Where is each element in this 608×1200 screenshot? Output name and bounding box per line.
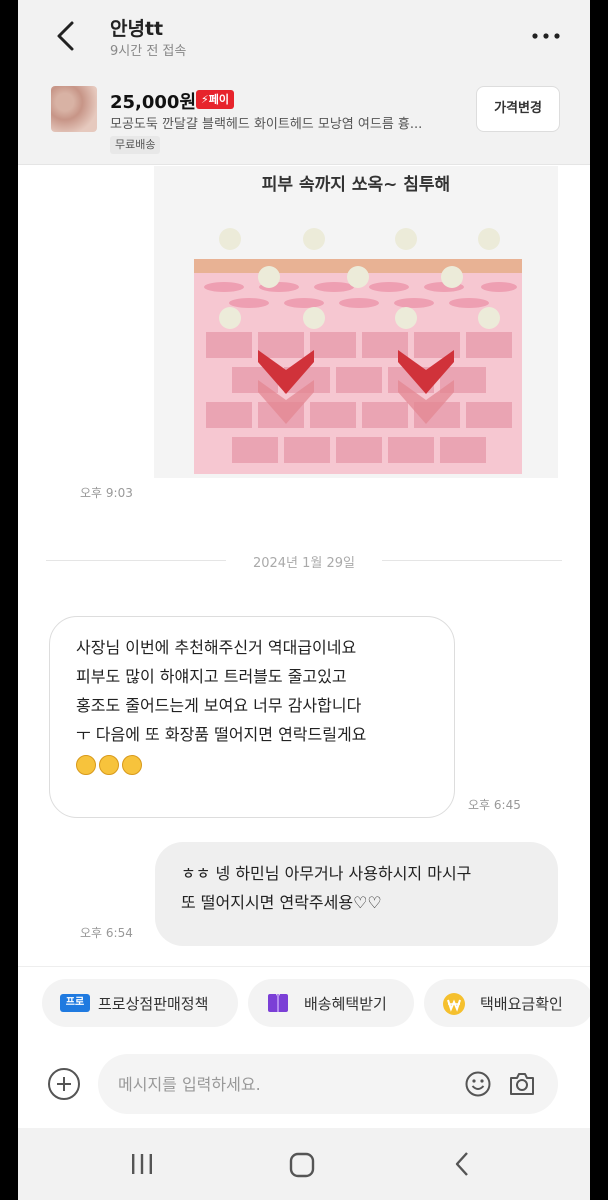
message-emoji-line xyxy=(76,749,428,778)
skin-layer-illustration xyxy=(194,228,522,474)
product-price: 25,000원 xyxy=(110,92,197,113)
message-time: 오후 6:45 xyxy=(468,798,521,812)
image-message[interactable]: 피부 속까지 쏘옥~ 침투해 xyxy=(154,166,558,478)
chip-pro-store-policy[interactable]: 프로 프로상점판매정책 xyxy=(42,979,238,1027)
pro-badge-icon: 프로 xyxy=(60,994,90,1012)
won-coin-icon xyxy=(443,993,465,1015)
chip-shipping-fee-check[interactable]: 택배요금확인 xyxy=(424,979,590,1027)
quick-action-bar: 프로 프로상점판매정책 배송혜택받기 택배요금확인 xyxy=(18,966,590,1042)
home-icon xyxy=(289,1152,315,1178)
smiling-face-icon xyxy=(122,754,142,775)
chat-partner-name[interactable]: 안녕tt xyxy=(110,14,163,41)
back-chevron-icon xyxy=(455,1152,468,1176)
more-dots-icon xyxy=(532,33,560,39)
delivery-box-icon xyxy=(268,994,288,1012)
home-button[interactable] xyxy=(289,1152,315,1178)
recents-icon xyxy=(132,1154,152,1174)
product-thumbnail[interactable] xyxy=(51,86,97,132)
system-back-button[interactable] xyxy=(452,1150,472,1178)
chip-label: 택배요금확인 xyxy=(480,995,563,1013)
last-seen-status: 9시간 전 접속 xyxy=(110,44,187,59)
chip-delivery-benefit[interactable]: 배송혜택받기 xyxy=(248,979,414,1027)
message-time: 오후 9:03 xyxy=(80,486,133,500)
system-navigation-bar xyxy=(18,1128,590,1200)
pay-badge: ⚡페이 xyxy=(196,90,234,109)
message-list: 피부 속까지 쏘옥~ 침투해 오후 9:03 2024년 1월 29일 사장님 … xyxy=(18,166,590,966)
chat-header: 안녕tt 9시간 전 접속 25,000원 ⚡페이 모공도둑 깐달걀 블랙헤드 … xyxy=(18,0,590,165)
more-options-button[interactable] xyxy=(528,24,564,48)
chip-label: 프로상점판매정책 xyxy=(98,995,209,1013)
message-line: 또 떨어지시면 연락주세용♡♡ xyxy=(181,893,382,912)
date-separator-label: 2024년 1월 29일 xyxy=(252,556,356,571)
camera-icon xyxy=(510,1073,534,1095)
incoming-message-bubble[interactable]: 사장님 이번에 추천해주신거 역대급이네요 피부도 많이 하얘지고 트러블도 줄… xyxy=(49,616,455,818)
message-line: ㅜ 다음에 또 화장품 떨어지면 연락드릴게요 xyxy=(76,725,367,744)
outgoing-message-bubble[interactable]: ㅎㅎ 넹 하민님 아무거나 사용하시지 마시구 또 떨어지시면 연락주세용♡♡ xyxy=(155,842,558,946)
divider xyxy=(382,560,562,561)
chip-label: 배송혜택받기 xyxy=(304,995,387,1013)
message-composer xyxy=(18,1042,590,1128)
add-attachment-button[interactable] xyxy=(48,1068,80,1100)
emoji-button[interactable] xyxy=(464,1070,492,1098)
price-change-button[interactable]: 가격변경 xyxy=(476,86,560,132)
camera-button[interactable] xyxy=(508,1070,536,1098)
message-line: ㅎㅎ 넹 하민님 아무거나 사용하시지 마시구 xyxy=(181,864,472,883)
free-shipping-tag: 무료배송 xyxy=(110,136,161,154)
date-separator: 2024년 1월 29일 xyxy=(46,550,562,571)
chevron-left-icon xyxy=(57,21,74,51)
product-title[interactable]: 모공도둑 깐달걀 블랙헤드 화이트헤드 모낭염 여드름 흉... xyxy=(110,113,470,132)
recent-apps-button[interactable] xyxy=(130,1152,154,1176)
smiley-icon xyxy=(465,1071,491,1097)
message-time: 오후 6:54 xyxy=(80,926,133,940)
message-line: 피부도 많이 하얘지고 트러블도 줄고있고 xyxy=(76,667,347,686)
smiling-face-icon xyxy=(99,754,119,775)
message-line: 사장님 이번에 추천해주신거 역대급이네요 xyxy=(76,638,357,657)
chat-screen: 안녕tt 9시간 전 접속 25,000원 ⚡페이 모공도둑 깐달걀 블랙헤드 … xyxy=(18,0,590,1200)
smiling-face-icon xyxy=(76,754,96,775)
back-button[interactable] xyxy=(48,18,84,54)
message-line: 홍조도 줄어드는게 보여요 너무 감사합니다 xyxy=(76,696,362,715)
